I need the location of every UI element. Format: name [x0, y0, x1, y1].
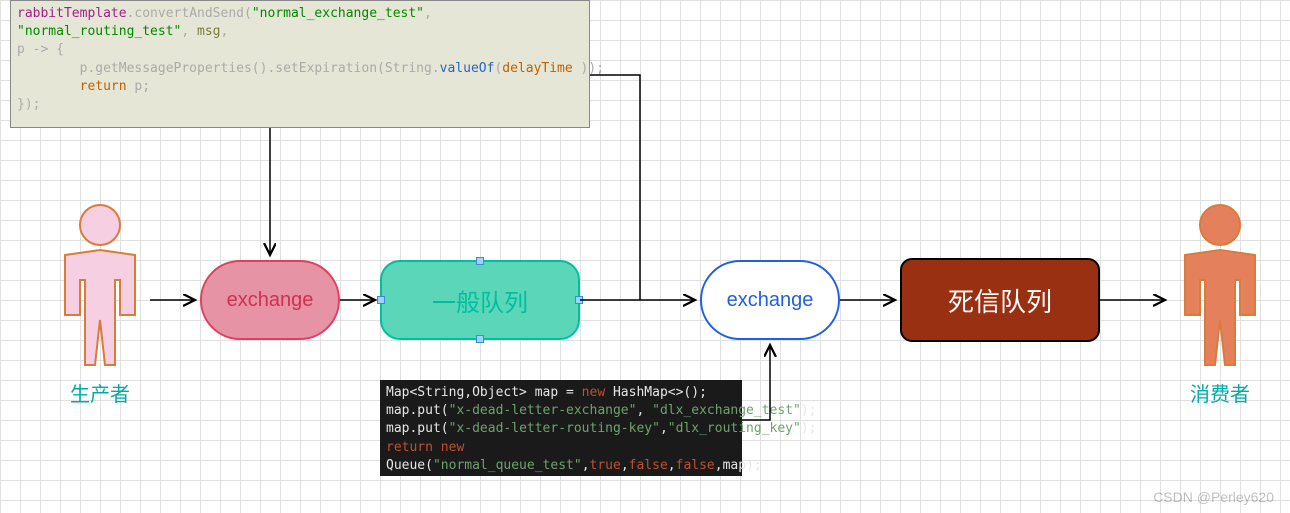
code-token: ,: [668, 458, 676, 473]
code-token: p.getMessageProperties().setExpiration(S…: [17, 61, 440, 76]
code-token: p;: [127, 79, 150, 94]
code-token: );: [801, 403, 817, 418]
selection-handle[interactable]: [377, 296, 385, 304]
code-token: map.put(: [386, 421, 449, 436]
code-token: p -> {: [17, 42, 64, 57]
code-token: false: [629, 458, 668, 473]
code-token: ,: [221, 24, 229, 39]
code-token: ,: [621, 458, 629, 473]
code-token: rabbitTemplate: [17, 6, 127, 21]
code-token: HashMap<>();: [613, 385, 707, 400]
code-token: "x-dead-letter-routing-key": [449, 421, 660, 436]
code-token: "normal_routing_test": [17, 24, 181, 39]
code-token: msg: [197, 24, 220, 39]
code-token: "normal_exchange_test": [252, 6, 424, 21]
normal-exchange-node: exchange: [200, 260, 340, 340]
code-token: "dlx_exchange_test": [652, 403, 801, 418]
dlx-exchange-node: exchange: [700, 260, 840, 340]
person-icon: [50, 200, 150, 370]
normal-queue-node[interactable]: 一般队列: [380, 260, 580, 340]
watermark: CSDN @Perley620: [1153, 489, 1274, 505]
code-token: ,: [181, 24, 197, 39]
code-token: valueOf: [440, 61, 495, 76]
code-token: ,: [424, 6, 432, 21]
code-token: ,: [660, 421, 668, 436]
code-token: return: [386, 440, 441, 455]
code-token: ,map);: [715, 458, 762, 473]
code-token: false: [676, 458, 715, 473]
code-token: new: [441, 440, 464, 455]
code-token: "x-dead-letter-exchange": [449, 403, 637, 418]
code-token: map.put(: [386, 403, 449, 418]
code-token: );: [801, 421, 817, 436]
consumer-actor: 消费者: [1170, 200, 1270, 407]
code-token: ));: [581, 61, 604, 76]
code-token: .convertAndSend(: [127, 6, 252, 21]
code-token: delayTime: [502, 61, 580, 76]
selection-handle[interactable]: [476, 335, 484, 343]
code-token: ,: [636, 403, 652, 418]
code-token: Queue(: [386, 458, 433, 473]
selection-handle[interactable]: [476, 257, 484, 265]
normal-queue-label: 一般队列: [432, 283, 528, 318]
code-token: Map<String,Object> map =: [386, 385, 582, 400]
code-token: "dlx_routing_key": [668, 421, 801, 436]
code-token: ,: [582, 458, 590, 473]
code-token: });: [17, 97, 40, 112]
code-token: new: [582, 385, 613, 400]
producer-code-box: rabbitTemplate.convertAndSend("normal_ex…: [10, 0, 590, 128]
code-token: true: [590, 458, 621, 473]
dlx-queue-node: 死信队列: [900, 258, 1100, 342]
consumer-label: 消费者: [1190, 378, 1250, 407]
code-token: return: [17, 79, 127, 94]
producer-label: 生产者: [70, 378, 130, 407]
producer-actor: 生产者: [50, 200, 150, 407]
arrow-code-top-to-flow: [590, 75, 640, 300]
code-token: "normal_queue_test": [433, 458, 582, 473]
person-icon: [1170, 200, 1270, 370]
queue-config-code-box: Map<String,Object> map = new HashMap<>()…: [380, 380, 742, 476]
selection-handle[interactable]: [575, 296, 583, 304]
